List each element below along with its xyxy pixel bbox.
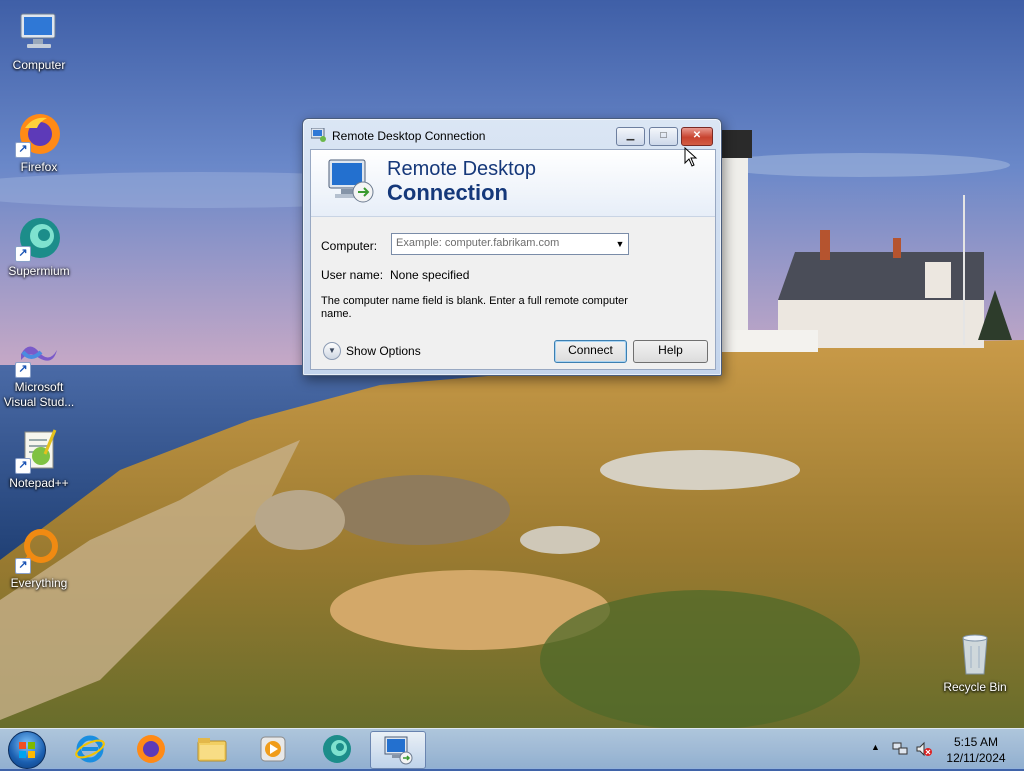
validation-message: The computer name field is blank. Enter …: [321, 295, 628, 320]
username-label: User name:: [321, 268, 384, 282]
desktop-icon-label: Recycle Bin: [943, 680, 1007, 694]
connect-button[interactable]: Connect: [554, 340, 627, 363]
computer-input[interactable]: [394, 235, 612, 251]
everything-search-icon: ↗: [15, 526, 63, 574]
chevron-down-icon[interactable]: ▼: [614, 237, 626, 251]
recycle-bin-icon: [951, 630, 999, 678]
shortcut-arrow-icon: ↗: [15, 142, 31, 158]
clock-time: 5:15 AM: [953, 735, 999, 749]
firefox-icon: ↗: [15, 110, 63, 158]
close-icon: ✕: [692, 130, 702, 141]
desktop-icon-label: Supermium: [8, 264, 70, 278]
computer-combobox[interactable]: ▼: [391, 233, 629, 255]
taskbar-firefox[interactable]: [124, 731, 178, 767]
supermium-icon: [323, 735, 351, 763]
desktop-icon-label: Everything: [10, 576, 68, 590]
close-button[interactable]: ✕: [681, 127, 713, 146]
desktop-icon-notepad-plus-plus[interactable]: ↗ Notepad++: [1, 426, 77, 491]
computer-icon: [15, 8, 63, 56]
desktop-icon-label: Firefox: [20, 160, 58, 174]
minimize-button[interactable]: ▁: [616, 127, 645, 146]
desktop-icon-label: Computer: [12, 58, 66, 72]
expand-chevron-icon: ▼: [323, 342, 341, 360]
taskbar-file-explorer[interactable]: [185, 731, 239, 767]
volume-muted-icon[interactable]: [916, 741, 932, 757]
system-tray: ▲ 5:15 AM 12/11/2024: [866, 729, 1024, 769]
supermium-icon: ↗: [15, 214, 63, 262]
computer-label: Computer:: [321, 239, 378, 253]
taskbar-media-player[interactable]: [246, 731, 300, 767]
network-icon[interactable]: [892, 741, 908, 757]
banner-title-line2: Connection: [387, 180, 508, 205]
desktop-icon-recycle-bin[interactable]: Recycle Bin: [937, 630, 1013, 695]
show-hidden-icons-button[interactable]: ▲: [871, 742, 880, 752]
file-explorer-icon: [197, 738, 227, 762]
desktop-icon-everything[interactable]: ↗ Everything: [1, 526, 77, 591]
visual-studio-icon: ↗: [15, 330, 63, 378]
desktop-icon-firefox[interactable]: ↗ Firefox: [1, 110, 77, 175]
remote-desktop-logo-icon: [328, 159, 374, 203]
desktop-icon-visual-studio[interactable]: ↗ Microsoft Visual Stud...: [1, 330, 77, 410]
desktop-icon-supermium[interactable]: ↗ Supermium: [1, 214, 77, 279]
internet-explorer-icon: [75, 735, 105, 763]
taskbar-remote-desktop[interactable]: [370, 731, 426, 769]
show-options-label: Show Options: [346, 344, 421, 358]
desktop-icon-computer[interactable]: Computer: [1, 8, 77, 73]
desktop-icon-label: Microsoft Visual Stud...: [3, 380, 75, 409]
remote-desktop-icon: [384, 736, 413, 765]
banner-title-line1: Remote Desktop: [387, 158, 536, 180]
window-title: Remote Desktop Connection: [332, 129, 486, 143]
shortcut-arrow-icon: ↗: [15, 362, 31, 378]
taskbar: ▲ 5:15 AM 12/11/2024: [0, 728, 1024, 769]
taskbar-internet-explorer[interactable]: [63, 731, 117, 767]
title-bar[interactable]: Remote Desktop Connection ▁ □ ✕: [303, 119, 721, 149]
banner: Remote Desktop Connection: [311, 150, 715, 217]
desktop-icon-label: Notepad++: [9, 476, 69, 490]
maximize-icon: □: [660, 130, 667, 141]
firefox-icon: [137, 735, 165, 763]
username-value: None specified: [390, 268, 470, 282]
remote-desktop-connection-window: Remote Desktop Connection ▁ □ ✕ Remote D…: [302, 118, 722, 376]
start-button[interactable]: [8, 731, 46, 769]
windows-logo-icon: [19, 742, 35, 758]
help-button[interactable]: Help: [633, 340, 708, 363]
mouse-cursor-icon: [684, 147, 698, 167]
clock-date: 12/11/2024: [946, 751, 1006, 765]
media-player-icon: [260, 736, 286, 762]
shortcut-arrow-icon: ↗: [15, 458, 31, 474]
shortcut-arrow-icon: ↗: [15, 246, 31, 262]
minimize-icon: ▁: [626, 130, 635, 141]
notepad-plus-plus-icon: ↗: [15, 426, 63, 474]
window-client-area: Remote Desktop Connection Computer: ▼ Us…: [310, 149, 716, 370]
taskbar-supermium[interactable]: [310, 731, 364, 767]
desktop-wallpaper: [0, 0, 1024, 768]
shortcut-arrow-icon: ↗: [15, 558, 31, 574]
remote-desktop-icon: [311, 128, 326, 142]
maximize-button[interactable]: □: [649, 127, 678, 146]
clock[interactable]: 5:15 AM 12/11/2024: [936, 734, 1016, 766]
